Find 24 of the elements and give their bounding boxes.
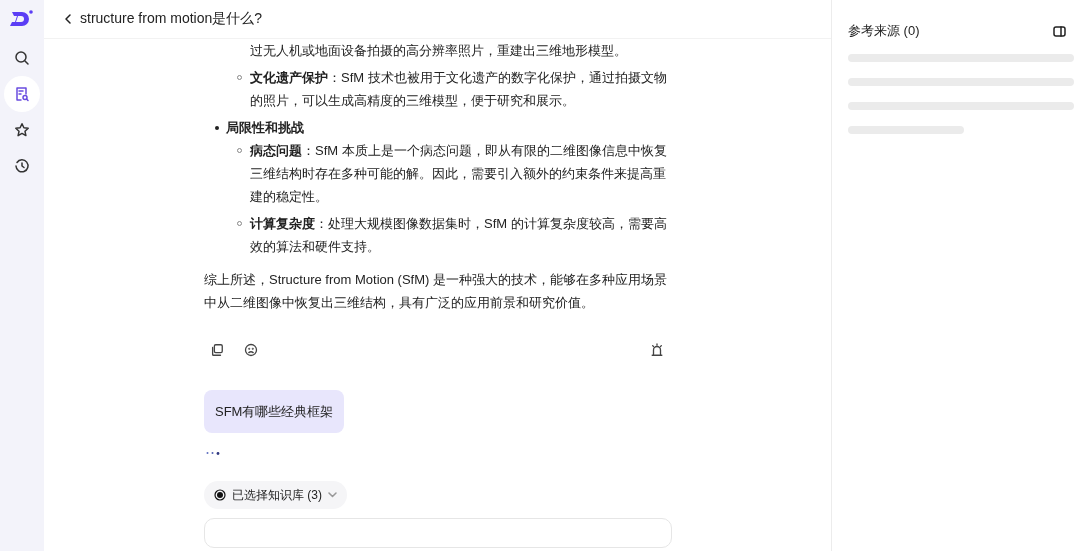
question-bubble: SFM有哪些经典框架 — [204, 390, 345, 433]
summary-text: 综上所述，Structure from Motion (SfM) 是一种强大的技术，能够在多种应用场景中从二维图像中恢复出三维结构，具有广泛的应用前景和研究价值。 — [204, 271, 668, 312]
search-icon — [14, 50, 30, 66]
list-text: 病态问题：SfM 本质上是一个病态问题，即从有限的二维图像信息中恢复三维结构时存在多种可能的解。因此，需要引入额外的约束条件来提高重建的稳定性。 — [250, 142, 668, 206]
bullet-icon — [215, 126, 219, 130]
page-title: structure from motion是什么? — [80, 10, 263, 28]
document-search-icon — [14, 86, 30, 102]
panel-title: 参考来源 (0) — [848, 22, 920, 40]
star-icon — [14, 122, 30, 138]
knowledge-base-selector[interactable]: 已选择知识库 (3) — [204, 481, 347, 509]
list-text: 文化遗产保护：SfM 技术也被用于文化遗产的数字化保护，通过拍摄文物的照片，可以生成高精度的三维模型，便于研究和展示。 — [250, 69, 668, 110]
sad-face-icon[interactable] — [244, 343, 258, 357]
sidebar-toggle-icon[interactable] — [1053, 25, 1066, 37]
list-heading: 局限性和挑战 — [226, 120, 304, 135]
back-icon[interactable] — [64, 13, 72, 25]
alarm-light-icon[interactable] — [650, 343, 664, 357]
chevron-down-icon — [328, 492, 337, 498]
history-icon — [14, 158, 30, 174]
copy-icon[interactable] — [210, 343, 224, 357]
list-text: 过无人机或地面设备拍摄的高分辨率照片，重建出三维地形模型。 — [250, 42, 628, 60]
loading-dots-icon — [206, 451, 220, 455]
list-text: 计算复杂度：处理大规模图像数据集时，SfM 的计算复杂度较高，需要高效的算法和硬件支持。 — [250, 215, 668, 256]
radio-icon — [214, 489, 226, 501]
input-field[interactable] — [204, 518, 672, 548]
